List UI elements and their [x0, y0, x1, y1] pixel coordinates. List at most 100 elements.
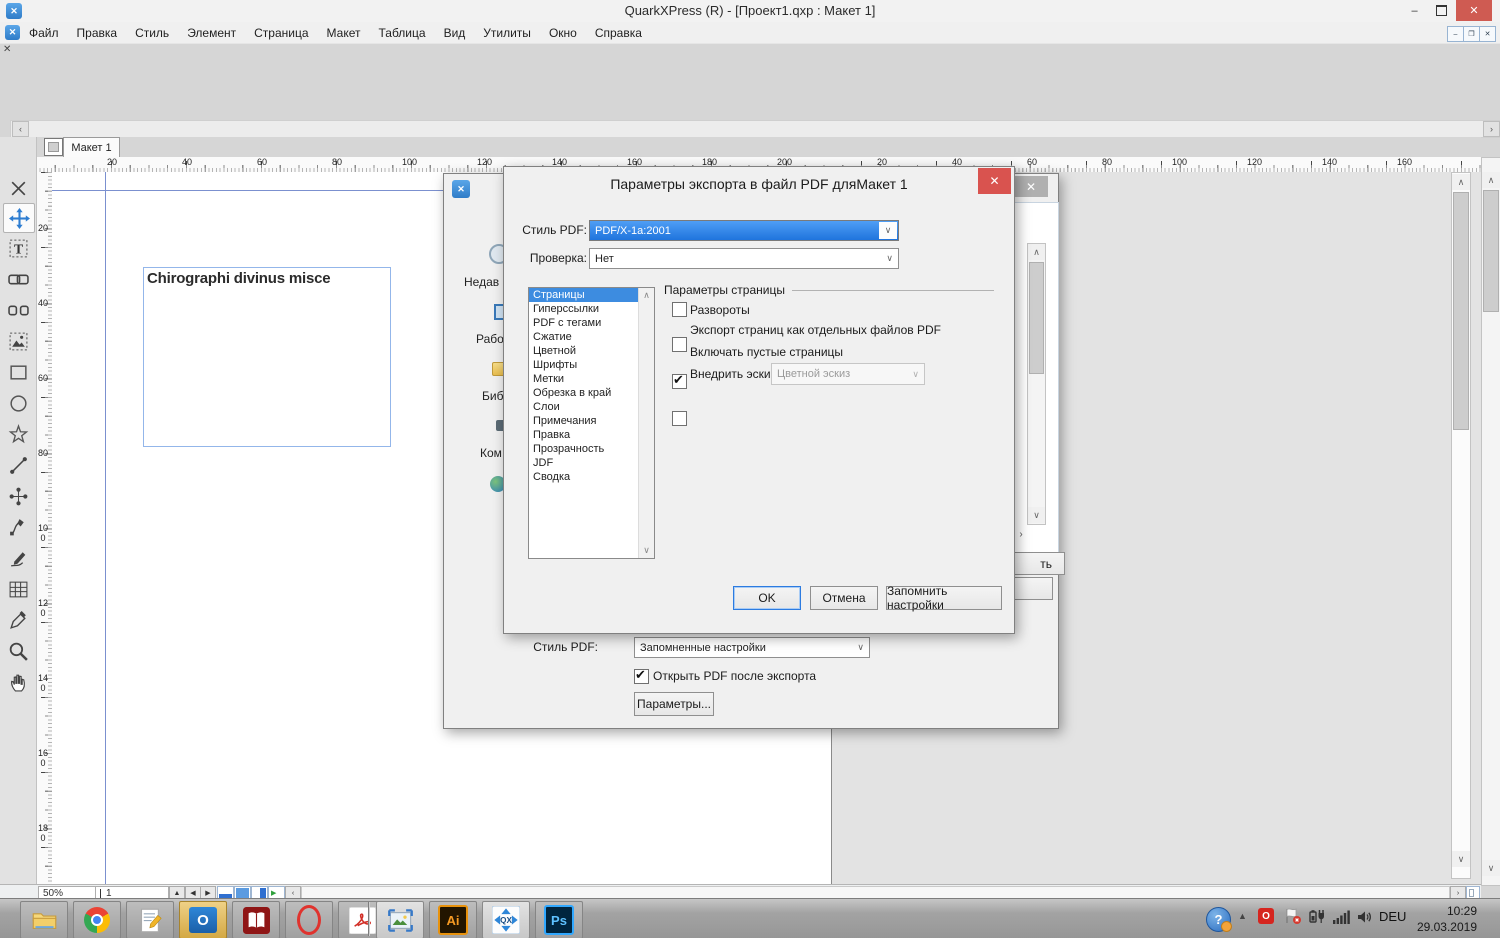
oval-tool[interactable] [3, 389, 33, 417]
scroll-down-icon[interactable]: ∨ [1452, 851, 1470, 867]
illustrator-taskbar-icon[interactable] [429, 901, 477, 938]
sidebar-item-desktop[interactable]: Рабо [476, 332, 504, 346]
menu-item-table[interactable]: Таблица [370, 26, 435, 40]
table-tool[interactable] [3, 575, 33, 603]
rectangle-tool[interactable] [3, 358, 33, 386]
pan-tool[interactable] [3, 668, 33, 696]
embed-thumbnail-checkbox[interactable] [672, 411, 687, 426]
options-button[interactable]: Параметры... [634, 692, 714, 716]
remember-settings-button[interactable]: Запомнить настройки [886, 586, 1002, 610]
category-marks[interactable]: Метки [529, 372, 639, 386]
category-color[interactable]: Цветной [529, 344, 639, 358]
vertical-guide[interactable] [105, 172, 106, 884]
zoom-tool[interactable] [3, 637, 33, 665]
menu-item-file[interactable]: Файл [20, 26, 68, 40]
verification-dropdown[interactable]: Нет ∨ [589, 248, 899, 269]
scroll-up-icon[interactable]: ∧ [1028, 244, 1045, 260]
layout-page-icon[interactable] [44, 138, 63, 156]
power-icon[interactable] [1308, 907, 1326, 925]
dialog-close-button[interactable]: ✕ [1014, 176, 1048, 197]
sidebar-item-libraries[interactable]: Биб [482, 389, 503, 403]
help-icon[interactable] [1206, 907, 1231, 932]
category-hyperlinks[interactable]: Гиперссылки [529, 302, 639, 316]
bezier-pen-tool[interactable] [3, 513, 33, 541]
open-after-export-checkbox[interactable] [634, 669, 649, 684]
sidebar-item-recent[interactable]: Недав [464, 275, 499, 289]
scroll-up-icon[interactable]: ∧ [1452, 174, 1470, 190]
category-redline[interactable]: Правка [529, 428, 639, 442]
menu-item-style[interactable]: Стиль [126, 26, 178, 40]
hscroll-right-icon[interactable]: › [1013, 527, 1029, 541]
document-vscrollbar[interactable]: ∧ ∨ [1451, 172, 1471, 879]
link-tool[interactable] [3, 265, 33, 293]
scroll-left-icon[interactable]: ‹ [12, 121, 29, 137]
mdi-restore-button[interactable]: ❒ [1463, 26, 1480, 42]
point-tool[interactable] [3, 482, 33, 510]
close-button[interactable]: ✕ [1456, 0, 1492, 21]
category-transparency[interactable]: Прозрачность [529, 442, 639, 456]
menu-item-window[interactable]: Окно [540, 26, 586, 40]
network-signal-icon[interactable] [1332, 908, 1350, 926]
opera-taskbar-icon[interactable] [285, 901, 333, 938]
scrollbar-thumb[interactable] [1453, 192, 1469, 430]
category-tagged-pdf[interactable]: PDF с тегами [529, 316, 639, 330]
top-scroll-strip[interactable]: ‹ › [10, 120, 1500, 138]
mdi-minimize-button[interactable]: – [1447, 26, 1464, 42]
category-bleed[interactable]: Обрезка в край [529, 386, 639, 400]
tray-expand-icon[interactable]: ▲ [1238, 911, 1247, 921]
category-pages[interactable]: Страницы [529, 288, 639, 302]
text-box[interactable]: Chirographi divinus misce [143, 267, 391, 447]
freehand-tool[interactable] [3, 544, 33, 572]
cancel-button[interactable]: Отмена [810, 586, 878, 610]
file-list-vscrollbar[interactable]: ∧ ∨ [1027, 243, 1046, 525]
menu-item-utilities[interactable]: Утилиты [474, 26, 540, 40]
scroll-down-icon[interactable]: ∨ [1482, 860, 1500, 876]
move-tool[interactable] [3, 203, 35, 233]
scroll-down-icon[interactable]: ∨ [639, 545, 654, 556]
volume-icon[interactable] [1356, 908, 1374, 926]
scrollbar-thumb[interactable] [1029, 262, 1044, 374]
category-fonts[interactable]: Шрифты [529, 358, 639, 372]
quarkxpress-taskbar-icon[interactable]: QX [482, 901, 530, 938]
sidebar-item-computer[interactable]: Ком [480, 446, 502, 460]
menu-item-page[interactable]: Страница [245, 26, 317, 40]
unlink-tool[interactable] [3, 296, 33, 324]
separate-files-checkbox[interactable] [672, 337, 687, 352]
scroll-down-icon[interactable]: ∨ [1028, 507, 1045, 523]
action-center-flag-icon[interactable] [1284, 907, 1302, 925]
category-jdf[interactable]: JDF [529, 456, 639, 470]
category-notes[interactable]: Примечания [529, 414, 639, 428]
reader-book-taskbar-icon[interactable] [232, 901, 280, 938]
pdf-style-dropdown[interactable]: Запомненные настройки ∨ [634, 637, 870, 658]
dialog-close-button[interactable]: ✕ [978, 168, 1011, 194]
include-blank-pages-checkbox[interactable] [672, 374, 687, 389]
menu-item-element[interactable]: Элемент [178, 26, 245, 40]
photos-taskbar-icon[interactable] [376, 901, 424, 938]
eyedropper-tool[interactable] [3, 606, 33, 634]
chrome-taskbar-icon[interactable] [73, 901, 121, 938]
opera-tray-icon[interactable] [1258, 908, 1274, 924]
picture-box-tool[interactable] [3, 327, 33, 355]
listbox-scrollbar[interactable]: ∧ ∨ [638, 288, 654, 558]
menu-item-view[interactable]: Вид [435, 26, 475, 40]
category-layers[interactable]: Слои [529, 400, 639, 414]
text-tool[interactable]: T [3, 234, 33, 262]
category-compression[interactable]: Сжатие [529, 330, 639, 344]
ok-button[interactable]: OK [733, 586, 801, 610]
menu-item-layout[interactable]: Макет [318, 26, 370, 40]
pdf-style-dropdown[interactable]: PDF/X-1a:2001 ∨ [589, 220, 899, 241]
category-summary[interactable]: Сводка [529, 470, 639, 484]
scroll-right-icon[interactable]: › [1483, 121, 1500, 137]
clock[interactable]: 10:29 29.03.2019 [1387, 903, 1477, 935]
notepad-taskbar-icon[interactable] [126, 901, 174, 938]
scroll-up-icon[interactable]: ∧ [1482, 172, 1500, 188]
minimize-button[interactable]: – [1401, 0, 1428, 21]
menu-item-help[interactable]: Справка [586, 26, 651, 40]
photoshop-taskbar-icon[interactable] [535, 901, 583, 938]
tab-layout-1[interactable]: Макет 1 [63, 137, 120, 158]
explorer-taskbar-icon[interactable] [20, 901, 68, 938]
item-tool[interactable] [3, 174, 33, 202]
star-tool[interactable] [3, 420, 33, 448]
palette-close-icon[interactable]: ✕ [3, 44, 11, 55]
mdi-close-button[interactable]: ✕ [1479, 26, 1496, 42]
